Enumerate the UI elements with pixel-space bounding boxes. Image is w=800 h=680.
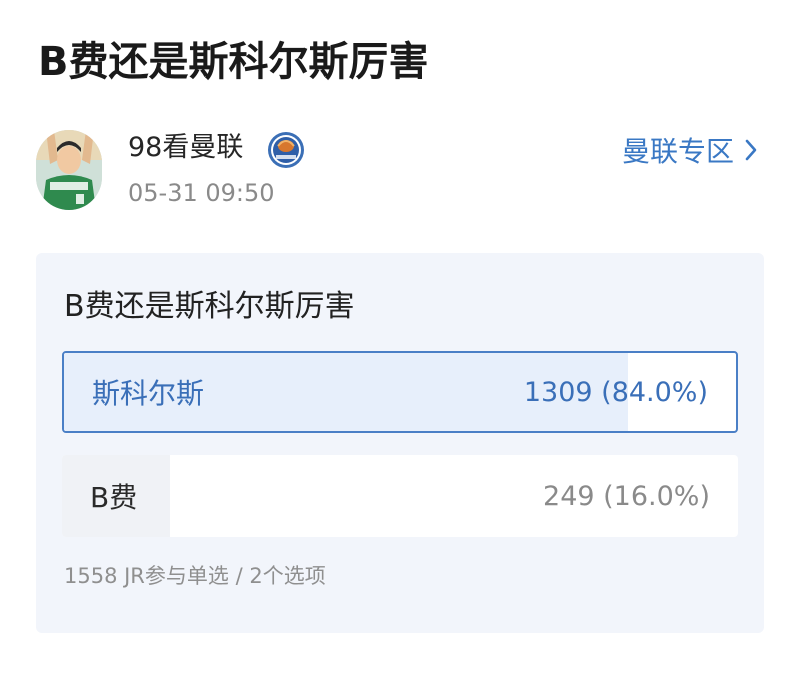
poll-option-result: 249 (16.0%) bbox=[543, 480, 710, 512]
author-name[interactable]: 98看曼联 bbox=[128, 128, 243, 168]
author-avatar[interactable] bbox=[36, 130, 102, 210]
poll-option-bruno[interactable]: B费 249 (16.0%) bbox=[62, 455, 738, 537]
poll-question: B费还是斯科尔斯厉害 bbox=[64, 289, 355, 324]
poll-footer: 1558 JR参与单选 / 2个选项 bbox=[64, 564, 326, 588]
chevron-right-icon bbox=[745, 139, 757, 161]
team-zone-link[interactable]: 曼联专区 bbox=[622, 130, 758, 170]
team-badge-icon bbox=[266, 130, 306, 170]
author-row: 98看曼联 05-31 09:50 曼联专区 bbox=[36, 128, 764, 214]
poll-card: B费还是斯科尔斯厉害 斯科尔斯 1309 (84.0%) B费 249 (16.… bbox=[36, 253, 764, 633]
poll-option-label: B费 bbox=[90, 481, 138, 514]
poll-option-result: 1309 (84.0%) bbox=[523, 376, 708, 408]
post-time: 05-31 09:50 bbox=[128, 179, 275, 207]
post-title: B费还是斯科尔斯厉害 bbox=[38, 39, 429, 85]
poll-option-scholes[interactable]: 斯科尔斯 1309 (84.0%) bbox=[62, 351, 738, 433]
team-zone-label: 曼联专区 bbox=[621, 135, 734, 168]
poll-option-label: 斯科尔斯 bbox=[92, 377, 205, 410]
